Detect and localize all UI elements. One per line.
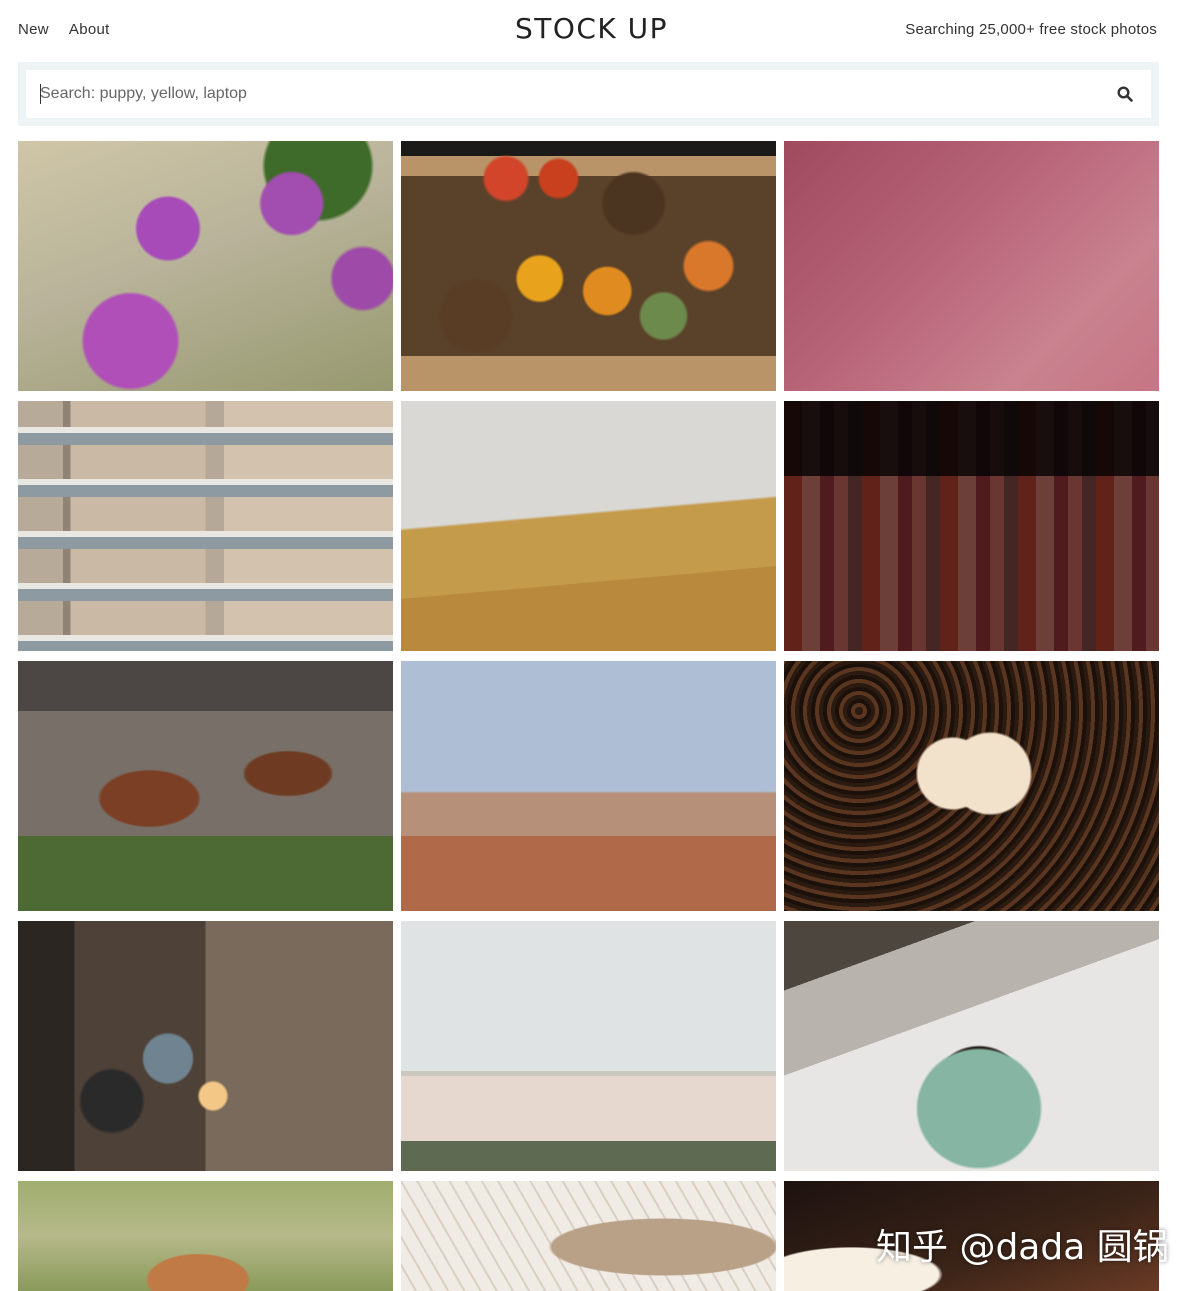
photo-tile[interactable]: [18, 921, 393, 1171]
search-box: [26, 70, 1151, 118]
photo-tile[interactable]: [401, 141, 776, 391]
photo-tile[interactable]: [18, 401, 393, 651]
photo-tile[interactable]: [401, 921, 776, 1171]
search-button[interactable]: [1113, 82, 1137, 106]
photo-tile[interactable]: [784, 401, 1159, 651]
photo-tile[interactable]: [401, 661, 776, 911]
photo-count-tagline: Searching 25,000+ free stock photos: [905, 21, 1157, 38]
text-cursor: [40, 84, 41, 104]
watermark-text: 知乎 @dada 圆锅: [876, 1227, 1169, 1268]
photo-tile[interactable]: [401, 401, 776, 651]
top-bar: New About STOCK UP Searching 25,000+ fre…: [0, 0, 1183, 60]
search-bar: [18, 62, 1159, 126]
photo-tile[interactable]: [784, 661, 1159, 911]
photo-tile[interactable]: [18, 141, 393, 391]
photo-tile[interactable]: [401, 1181, 776, 1291]
photo-tile[interactable]: [18, 661, 393, 911]
photo-tile[interactable]: [784, 921, 1159, 1171]
photo-tile[interactable]: [18, 1181, 393, 1291]
search-input[interactable]: [26, 70, 1151, 118]
photo-grid: [18, 141, 1159, 1291]
search-icon: [1117, 86, 1133, 102]
photo-tile[interactable]: [784, 141, 1159, 391]
